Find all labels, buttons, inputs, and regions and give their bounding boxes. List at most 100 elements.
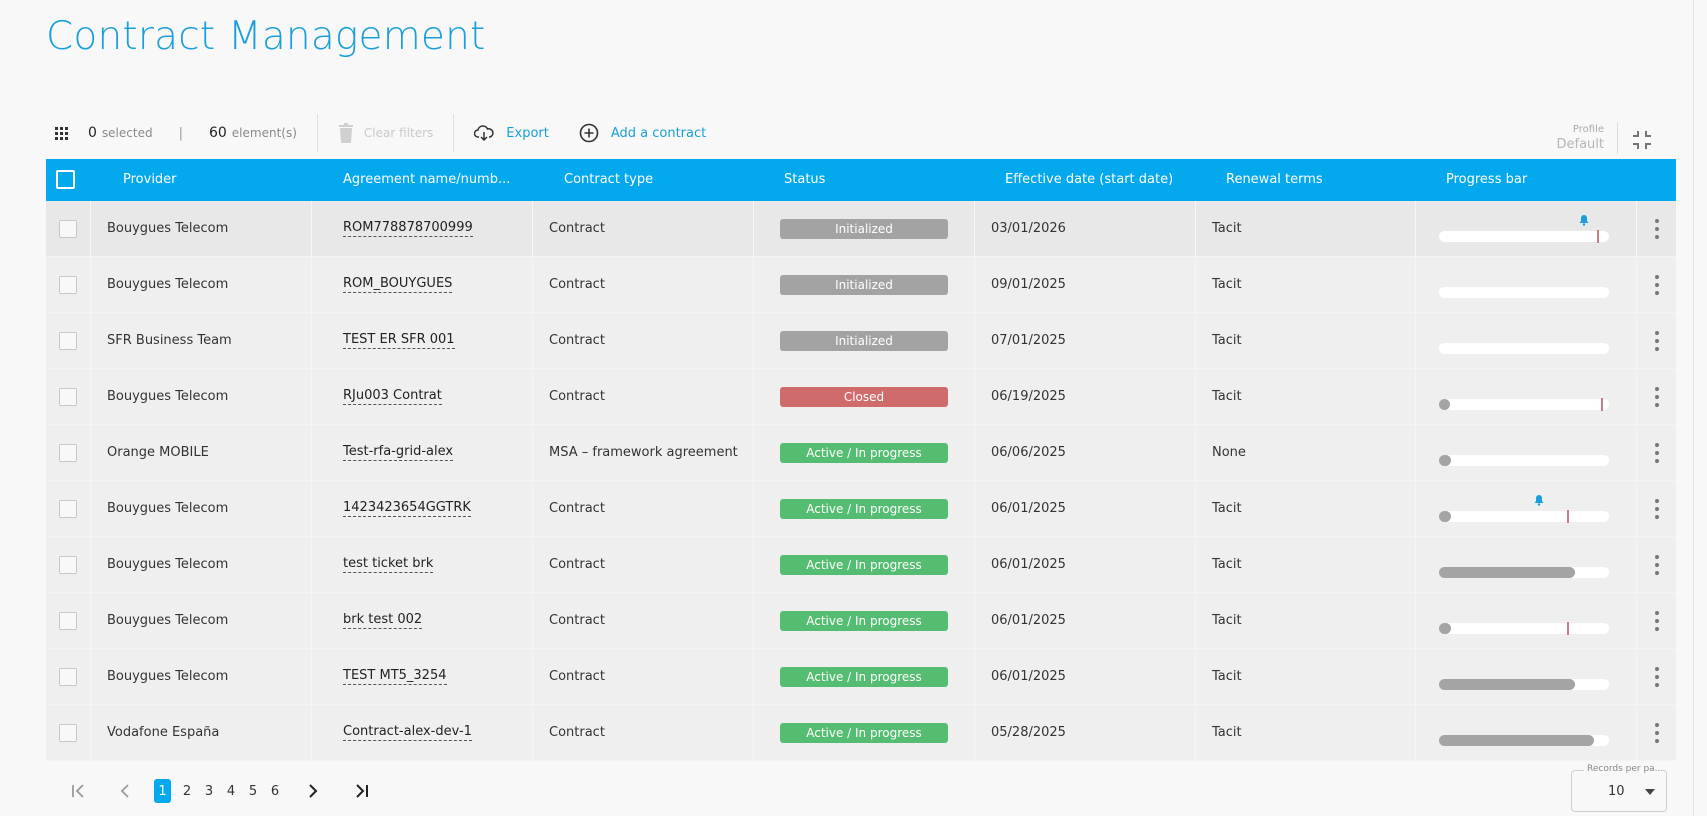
provider-cell: Bouygues Telecom: [91, 201, 312, 256]
column-header-progress-bar[interactable]: Progress bar: [1446, 172, 1527, 187]
agreement-link[interactable]: TEST ER SFR 001: [343, 332, 455, 349]
more-options-icon[interactable]: [1654, 442, 1660, 463]
renewal-terms-cell: Tacit: [1196, 593, 1416, 648]
export-button[interactable]: Export: [474, 125, 549, 141]
row-checkbox[interactable]: [59, 667, 77, 686]
last-page-icon[interactable]: [352, 782, 370, 800]
row-checkbox[interactable]: [59, 499, 77, 518]
more-options-icon[interactable]: [1654, 386, 1660, 407]
column-header-provider[interactable]: Provider: [123, 172, 177, 187]
profile-selector[interactable]: Profile Default: [1524, 124, 1605, 152]
more-options-icon[interactable]: [1654, 218, 1660, 239]
column-header-renewal-terms[interactable]: Renewal terms: [1226, 172, 1323, 187]
collapse-icon[interactable]: [1630, 128, 1654, 152]
renewal-terms-cell: Tacit: [1196, 257, 1416, 312]
agreement-link[interactable]: ROM_BOUYGUES: [343, 276, 453, 293]
row-checkbox[interactable]: [59, 275, 77, 294]
table-row[interactable]: Bouygues Telecom test ticket brk Contract A…: [46, 537, 1676, 593]
more-options-icon[interactable]: [1654, 498, 1660, 519]
select-all-checkbox[interactable]: [56, 170, 75, 189]
row-checkbox-cell: [46, 537, 91, 592]
table-header: Provider Agreement name/numb... Contract…: [46, 159, 1676, 201]
more-options-icon[interactable]: [1654, 274, 1660, 295]
renewal-terms: Tacit: [1212, 389, 1242, 404]
toolbar-divider: [316, 114, 318, 152]
more-options-icon[interactable]: [1654, 610, 1660, 631]
renewal-terms: None: [1212, 445, 1246, 460]
row-checkbox-cell: [46, 313, 91, 368]
effective-date-cell: 06/06/2025: [975, 425, 1196, 480]
provider-name: Bouygues Telecom: [107, 389, 229, 404]
page-number-4[interactable]: 4: [220, 779, 242, 803]
table-row[interactable]: Bouygues Telecom RJu003 Contrat Contract Cl…: [46, 369, 1676, 425]
row-checkbox[interactable]: [59, 443, 77, 462]
provider-cell: Bouygues Telecom: [91, 649, 312, 704]
contracts-table: Provider Agreement name/numb... Contract…: [46, 159, 1676, 761]
page-number-6[interactable]: 6: [264, 779, 286, 803]
agreement-link[interactable]: Test-rfa-grid-alex: [343, 444, 454, 461]
row-checkbox[interactable]: [59, 331, 77, 350]
progress-bar: [1439, 455, 1609, 466]
agreement-link[interactable]: test ticket brk: [343, 556, 434, 573]
table-row[interactable]: Bouygues Telecom ROM778878700999 Contract I…: [46, 201, 1676, 257]
page-number-3[interactable]: 3: [198, 779, 220, 803]
status-cell: Closed: [754, 369, 975, 424]
table-row[interactable]: Bouygues Telecom TEST MT5_3254 Contract Act…: [46, 649, 1676, 705]
column-chooser-icon[interactable]: [46, 118, 76, 148]
more-options-icon[interactable]: [1654, 722, 1660, 743]
next-page-icon[interactable]: [304, 782, 322, 800]
more-options-icon[interactable]: [1654, 330, 1660, 351]
progress-bar: [1439, 398, 1609, 411]
row-checkbox[interactable]: [59, 387, 77, 406]
progress-cell: [1416, 705, 1637, 760]
agreement-link[interactable]: RJu003 Contrat: [343, 388, 442, 405]
row-checkbox[interactable]: [59, 723, 77, 742]
more-options-icon[interactable]: [1654, 666, 1660, 687]
page-scrollbar[interactable]: [1693, 0, 1707, 816]
records-per-page-select[interactable]: Records per pa... 10: [1571, 764, 1667, 812]
table-row[interactable]: Vodafone España Contract-alex-dev-1 Contra…: [46, 705, 1676, 761]
row-checkbox[interactable]: [59, 555, 77, 574]
table-row[interactable]: Bouygues Telecom 1423423654GGTRK Contract A…: [46, 481, 1676, 537]
progress-cell: [1416, 425, 1637, 480]
row-checkbox[interactable]: [59, 611, 77, 630]
row-checkbox[interactable]: [59, 219, 77, 238]
toolbar: 0 selected | 60 element(s) Clear filters…: [46, 112, 1676, 154]
clear-filters-button[interactable]: Clear filters: [338, 123, 433, 143]
more-options-icon[interactable]: [1654, 554, 1660, 575]
status-badge: Active / In progress: [780, 666, 948, 687]
column-header-status[interactable]: Status: [784, 172, 825, 187]
agreement-cell: TEST MT5_3254: [312, 649, 533, 704]
renewal-terms: Tacit: [1212, 613, 1242, 628]
table-row[interactable]: Bouygues Telecom brk test 002 Contract Acti…: [46, 593, 1676, 649]
agreement-link[interactable]: brk test 002: [343, 612, 423, 629]
row-actions-cell: [1637, 201, 1676, 256]
page-number-5[interactable]: 5: [242, 779, 264, 803]
contract-type: Contract: [549, 389, 605, 404]
contract-type-cell: Contract: [533, 313, 754, 368]
provider-name: SFR Business Team: [107, 333, 232, 348]
agreement-link[interactable]: 1423423654GGTRK: [343, 500, 471, 517]
progress-fill: [1439, 735, 1594, 746]
table-row[interactable]: Bouygues Telecom ROM_BOUYGUES Contract Init…: [46, 257, 1676, 313]
table-row[interactable]: SFR Business Team TEST ER SFR 001 Contract…: [46, 313, 1676, 369]
add-contract-button[interactable]: Add a contract: [579, 123, 706, 143]
agreement-link[interactable]: TEST MT5_3254: [343, 668, 447, 685]
page-number-1[interactable]: 1: [154, 779, 171, 803]
contract-type-cell: Contract: [533, 369, 754, 424]
renewal-terms-cell: Tacit: [1196, 369, 1416, 424]
agreement-link[interactable]: ROM778878700999: [343, 220, 473, 237]
column-header-effective-date[interactable]: Effective date (start date): [1005, 172, 1173, 187]
page-number-2[interactable]: 2: [176, 779, 198, 803]
column-header-agreement[interactable]: Agreement name/numb...: [343, 172, 510, 187]
row-checkbox-cell: [46, 257, 91, 312]
status-badge: Active / In progress: [780, 554, 948, 575]
renewal-terms: Tacit: [1212, 669, 1242, 684]
profile-label: Profile: [1572, 124, 1604, 135]
status-badge: Initialized: [780, 218, 948, 239]
table-row[interactable]: Orange MOBILE Test-rfa-grid-alex MSA – fra…: [46, 425, 1676, 481]
first-page-icon[interactable]: [70, 782, 88, 800]
column-header-contract-type[interactable]: Contract type: [564, 172, 653, 187]
agreement-link[interactable]: Contract-alex-dev-1: [343, 724, 472, 741]
previous-page-icon[interactable]: [116, 782, 134, 800]
